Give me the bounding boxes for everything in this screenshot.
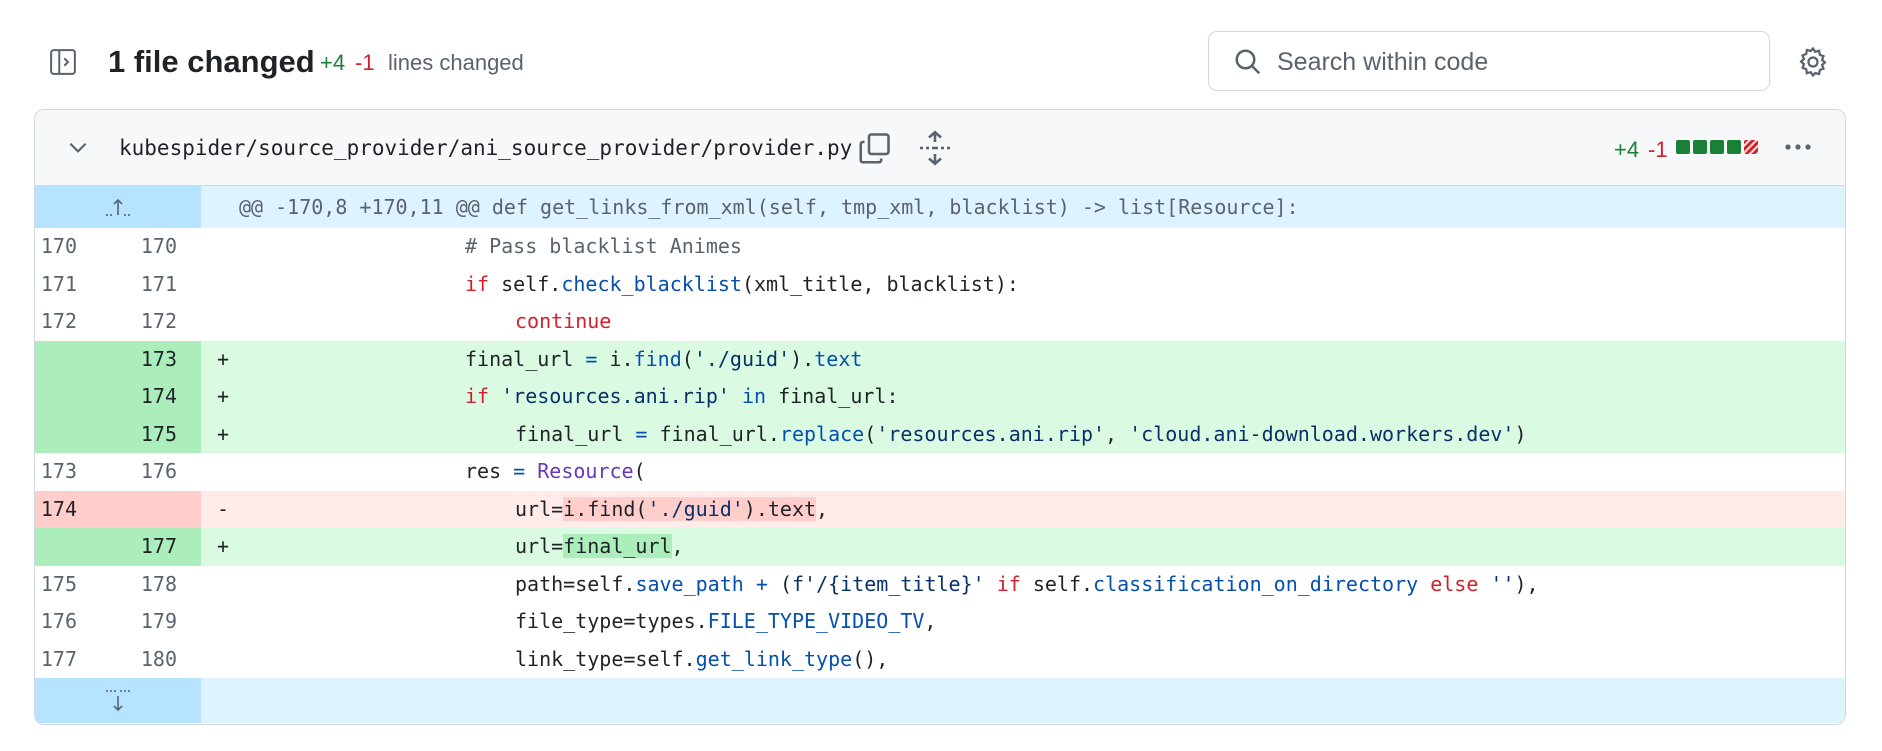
code-line: if self.check_blacklist(xml_title, black… [465,271,1019,296]
new-line-number[interactable]: 176 [117,453,177,491]
diff-marker: + [217,346,230,371]
expand-up-gutter[interactable] [35,186,201,228]
old-line-number[interactable]: 171 [35,266,77,304]
diffstat-del-square [1744,140,1758,154]
code-line: if 'resources.ani.rip' in final_url: [465,384,899,408]
search-box [1208,31,1770,91]
deletions-count: -1 [355,50,375,75]
lines-changed-label: lines changed [388,50,524,75]
diff-line: 171 171 if self.check_blacklist(xml_titl… [35,266,1845,304]
expand-down-row [35,678,1845,723]
old-line-number[interactable]: 175 [35,566,77,604]
old-line-number[interactable] [35,378,77,416]
old-line-number[interactable]: 170 [35,228,77,266]
old-line-number[interactable]: 173 [35,453,77,491]
new-line-number[interactable]: 180 [117,641,177,679]
new-line-number[interactable]: 174 [117,378,177,416]
code-line: final_url = final_url.replace('resources… [515,421,1527,446]
code-line: # Pass blacklist Animes [465,234,742,258]
expand-up-icon[interactable] [103,196,133,218]
file-additions: +4 [1614,137,1640,162]
code-line: path=self.save_path + (f'/{item_title}' … [515,571,1539,596]
search-icon [1235,49,1261,75]
diff-line: 173 176 res = Resource( [35,453,1845,491]
diff-line-added: 174 + if 'resources.ani.rip' in final_ur… [35,378,1845,416]
expand-down-gutter[interactable] [35,678,201,723]
file-deletions: -1 [1648,137,1668,162]
new-line-number[interactable]: 172 [117,303,177,341]
new-line-number[interactable]: 173 [117,341,177,379]
code-line: continue [515,309,612,333]
expand-all-icon[interactable] [917,130,953,166]
copy-icon[interactable] [857,130,893,166]
additions-count: +4 [320,50,346,75]
new-line-number[interactable] [117,491,177,529]
new-line-number[interactable]: 178 [117,566,177,604]
code-line: final_url = i.find('./guid').text [465,346,863,371]
new-line-number[interactable]: 175 [117,416,177,454]
diff-line: 175 178 path=self.save_path + (f'/{item_… [35,566,1845,604]
diffstat-add-square [1727,140,1741,154]
diff-marker: + [217,534,230,558]
expand-down-icon[interactable] [103,688,133,714]
file-header: kubespider/source_provider/ani_source_pr… [35,110,1845,186]
diff-line: 177 180 link_type=self.get_link_type(), [35,641,1845,679]
search-input[interactable] [1275,42,1749,82]
code-line: url=final_url, [515,534,684,558]
old-line-number[interactable]: 172 [35,303,77,341]
gear-icon[interactable] [1796,45,1830,79]
code-line: url=i.find('./guid').text, [515,496,829,521]
sidebar-toggle-icon[interactable] [46,45,80,79]
chevron-down-icon[interactable] [65,134,91,160]
diff-line: 172 172 continue [35,303,1845,341]
old-line-number[interactable]: 174 [35,491,77,529]
files-changed-title: 1 file changed [108,44,315,79]
code-line: link_type=self.get_link_type(), [515,646,889,671]
code-line: file_type=types.FILE_TYPE_VIDEO_TV, [515,609,937,633]
file-diff: kubespider/source_provider/ani_source_pr… [34,109,1846,725]
diff-marker: - [217,496,230,521]
new-line-number[interactable]: 177 [117,528,177,566]
diffstat-bar [1676,140,1758,154]
diff-marker: + [217,421,230,446]
diff-lines: @@ -170,8 +170,11 @@ def get_links_from_… [35,186,1845,723]
diff-line-added: 177 + url=final_url, [35,528,1845,566]
diff-marker: + [217,384,230,408]
old-line-number[interactable]: 177 [35,641,77,679]
diff-line-added: 173 + final_url = i.find('./guid').text [35,340,1845,379]
new-line-number[interactable]: 179 [117,603,177,641]
old-line-number[interactable] [35,416,77,454]
diff-line-deleted: 174 - url=i.find('./guid').text, [35,490,1845,529]
new-line-number[interactable]: 170 [117,228,177,266]
old-line-number[interactable]: 176 [35,603,77,641]
old-line-number[interactable] [35,528,77,566]
diffstat-add-square [1676,140,1690,154]
file-path[interactable]: kubespider/source_provider/ani_source_pr… [119,136,852,160]
more-options-icon[interactable] [1780,132,1816,162]
diffstat-add-square [1693,140,1707,154]
diff-line-added: 175 + final_url = final_url.replace('res… [35,415,1845,454]
diff-line: 176 179 file_type=types.FILE_TYPE_VIDEO_… [35,603,1845,641]
new-line-number[interactable]: 171 [117,266,177,304]
diffstat-add-square [1710,140,1724,154]
diff-line: 170 170 # Pass blacklist Animes [35,228,1845,266]
code-line: res = Resource( [465,459,646,483]
diff-toolbar: 1 file changed +4 -1 lines changed [0,0,1882,105]
hunk-header: @@ -170,8 +170,11 @@ def get_links_from_… [239,195,1299,219]
old-line-number[interactable] [35,341,77,379]
hunk-header-row: @@ -170,8 +170,11 @@ def get_links_from_… [35,186,1845,228]
